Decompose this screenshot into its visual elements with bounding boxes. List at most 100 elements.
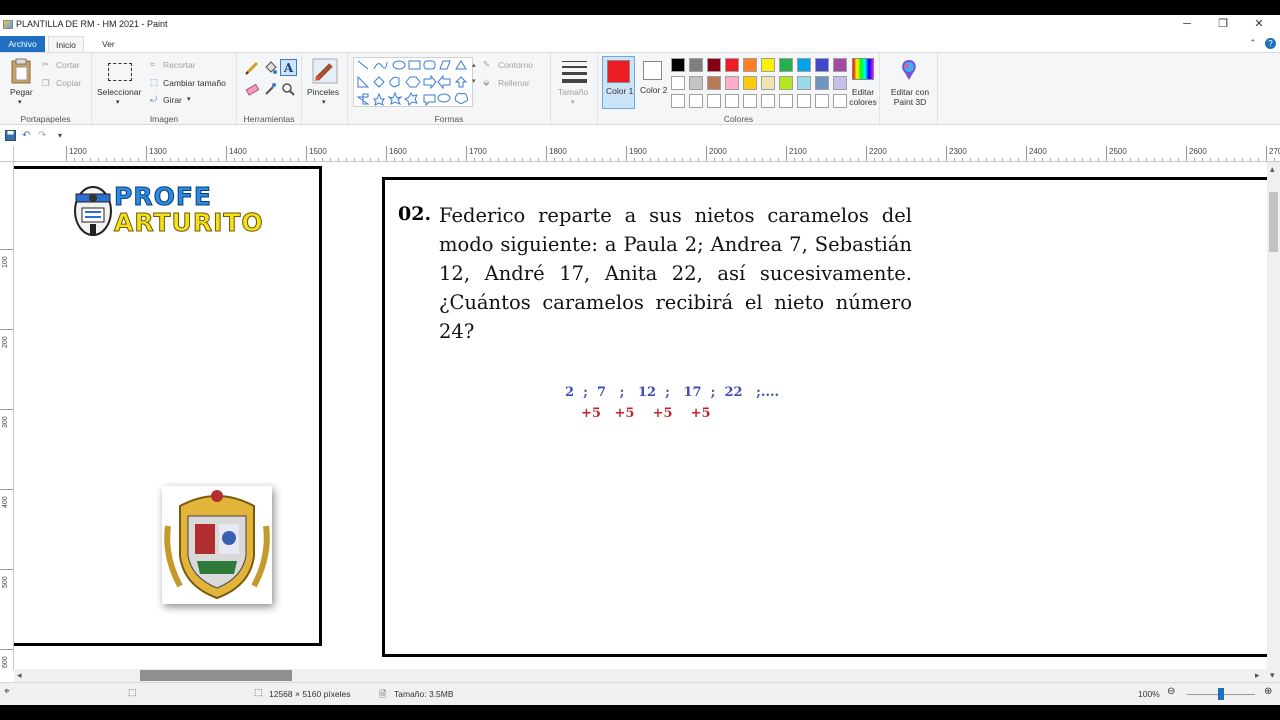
size-dropdown-icon[interactable]: ▾ — [571, 98, 575, 106]
palette-swatch[interactable] — [671, 94, 685, 108]
paste-button[interactable]: Pegar — [10, 87, 33, 97]
palette-swatch[interactable] — [761, 58, 775, 72]
brushes-button[interactable]: Pinceles — [307, 87, 339, 97]
palette-swatch[interactable] — [725, 94, 739, 108]
vertical-scroll-thumb[interactable] — [1269, 192, 1278, 252]
magnifier-icon[interactable] — [281, 82, 295, 96]
palette-swatch[interactable] — [671, 76, 685, 90]
close-button[interactable]: ✕ — [1247, 17, 1271, 31]
size-group: Tamaño ▾ — [551, 53, 598, 126]
palette-swatch[interactable] — [815, 76, 829, 90]
text-tool-icon[interactable]: A — [280, 59, 297, 76]
zoom-in-icon[interactable]: ⊕ — [1264, 686, 1272, 697]
vertical-scrollbar[interactable]: ▴ ▾ — [1267, 162, 1280, 682]
fill-bucket-icon[interactable] — [263, 61, 277, 75]
rotate-dropdown-icon[interactable]: ▾ — [187, 95, 191, 103]
horizontal-scrollbar[interactable]: ◂ ▸ — [14, 669, 1267, 682]
zoom-slider-thumb[interactable] — [1218, 688, 1224, 700]
horizontal-scroll-thumb[interactable] — [140, 670, 292, 681]
palette-swatch[interactable] — [725, 58, 739, 72]
fill-button[interactable]: Rellenar — [498, 78, 530, 88]
paste-icon[interactable] — [10, 58, 32, 84]
rotate-button[interactable]: Girar — [163, 95, 182, 105]
tab-archivo[interactable]: Archivo — [0, 36, 45, 52]
crop-button[interactable]: Recortar — [163, 60, 196, 70]
pencil-icon[interactable] — [245, 61, 259, 75]
eraser-icon[interactable] — [245, 82, 259, 96]
select-button[interactable]: Seleccionar — [97, 87, 141, 97]
ruler-minor-tick — [1082, 158, 1083, 161]
palette-swatch[interactable] — [743, 76, 757, 90]
ruler-minor-tick — [98, 158, 99, 161]
brushes-dropdown-icon[interactable]: ▾ — [322, 98, 326, 106]
zoom-out-icon[interactable]: ⊖ — [1167, 686, 1175, 697]
copy-button[interactable]: Copiar — [56, 78, 81, 88]
ruler-minor-tick — [418, 158, 419, 161]
select-icon[interactable] — [108, 63, 132, 81]
color-picker-icon[interactable] — [263, 82, 277, 96]
palette-swatch[interactable] — [707, 94, 721, 108]
minimize-button[interactable]: ─ — [1175, 17, 1199, 31]
file-size: Tamaño: 3.5MB — [394, 689, 454, 699]
color1-button[interactable]: Color 1 — [602, 56, 635, 109]
palette-swatch[interactable] — [797, 76, 811, 90]
help-icon[interactable]: ? — [1265, 38, 1276, 49]
paint3d-button[interactable]: Editar con Paint 3D — [884, 87, 936, 107]
palette-swatch[interactable] — [725, 76, 739, 90]
scroll-left-icon[interactable]: ◂ — [17, 670, 22, 681]
scroll-up-icon[interactable]: ▴ — [1270, 164, 1275, 175]
tab-ver[interactable]: Ver — [95, 36, 122, 52]
scroll-down-icon[interactable]: ▾ — [1270, 670, 1275, 681]
palette-swatch[interactable] — [743, 58, 757, 72]
palette-swatch[interactable] — [689, 94, 703, 108]
ruler-minor-tick — [386, 158, 387, 161]
palette-swatch[interactable] — [779, 76, 793, 90]
palette-swatch[interactable] — [743, 94, 757, 108]
shapes-gallery[interactable] — [353, 57, 473, 107]
select-dropdown-icon[interactable]: ▾ — [116, 98, 120, 106]
palette-swatch[interactable] — [779, 58, 793, 72]
palette-swatch[interactable] — [797, 58, 811, 72]
palette-swatch[interactable] — [671, 58, 685, 72]
palette-swatch[interactable] — [833, 94, 847, 108]
scroll-right-icon[interactable]: ▸ — [1255, 670, 1260, 681]
ruler-minor-tick — [66, 158, 67, 161]
shapes-scroll-up-icon[interactable]: ▴ — [472, 61, 476, 69]
tab-inicio[interactable]: Inicio — [48, 36, 84, 52]
ruler-minor-tick — [634, 158, 635, 161]
undo-icon[interactable]: ↶ — [22, 130, 33, 141]
palette-swatch[interactable] — [779, 94, 793, 108]
ruler-minor-tick — [682, 158, 683, 161]
ruler-minor-tick — [258, 158, 259, 161]
palette-swatch[interactable] — [689, 76, 703, 90]
collapse-ribbon-icon[interactable]: ⌃ — [1249, 38, 1257, 49]
palette-swatch[interactable] — [797, 94, 811, 108]
redo-icon[interactable]: ↷ — [38, 130, 49, 141]
cut-button[interactable]: Cortar — [56, 60, 80, 70]
resize-button[interactable]: Cambiar tamaño — [163, 78, 226, 88]
edit-colors-button[interactable]: Editar colores — [848, 87, 878, 107]
shapes-scroll-down-icon[interactable]: ▾ — [472, 77, 476, 85]
edit-colors-icon[interactable] — [852, 58, 874, 80]
brush-icon[interactable] — [311, 57, 339, 85]
palette-swatch[interactable] — [761, 94, 775, 108]
palette-swatch[interactable] — [707, 76, 721, 90]
palette-swatch[interactable] — [689, 58, 703, 72]
customize-toolbar-icon[interactable]: ▾ — [58, 130, 69, 141]
drawing-canvas[interactable]: PROFE ARTURITO 02. Federico reparte a su… — [14, 163, 1267, 668]
paste-dropdown-icon[interactable]: ▾ — [18, 98, 22, 106]
color2-button[interactable]: Color 2 — [638, 56, 669, 109]
outline-button[interactable]: Contorno — [498, 60, 533, 70]
maximize-button[interactable]: ❐ — [1211, 17, 1235, 31]
title-bar: PLANTILLA DE RM - HM 2021 - Paint ─ ❐ ✕ — [0, 15, 1280, 35]
palette-swatch[interactable] — [761, 76, 775, 90]
palette-swatch[interactable] — [815, 58, 829, 72]
paint3d-icon[interactable] — [898, 58, 920, 82]
palette-swatch[interactable] — [815, 94, 829, 108]
size-button[interactable]: Tamaño — [558, 87, 588, 97]
palette-swatch[interactable] — [833, 76, 847, 90]
save-icon[interactable] — [5, 130, 16, 141]
size-icon[interactable] — [562, 61, 587, 83]
palette-swatch[interactable] — [707, 58, 721, 72]
palette-swatch[interactable] — [833, 58, 847, 72]
